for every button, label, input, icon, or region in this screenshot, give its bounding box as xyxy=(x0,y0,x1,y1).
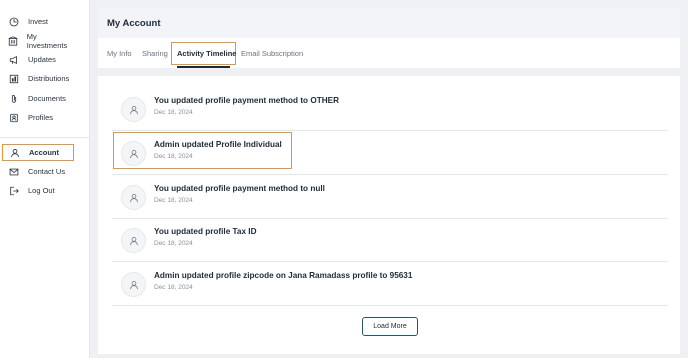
timeline-item: Admin updated profile zipcode on Jana Ra… xyxy=(112,262,668,306)
user-icon xyxy=(129,236,138,245)
sidebar-item-label: Contact Us xyxy=(28,167,66,176)
sidebar-item-label: My Investments xyxy=(26,31,68,50)
timeline-item-date: Dec 18, 2024 xyxy=(154,197,193,204)
sidebar-item-invest[interactable]: Invest xyxy=(2,13,74,30)
timeline-item: You updated profile Tax ID Dec 18, 2024 xyxy=(112,218,668,262)
sidebar-item-label: Log Out xyxy=(28,186,55,195)
sidebar-item-account[interactable]: Account xyxy=(2,144,74,161)
tab-activity-timeline[interactable]: Activity Timeline xyxy=(177,49,236,58)
timeline-item-title: You updated profile payment method to nu… xyxy=(154,184,325,193)
header-bar: My Account xyxy=(98,8,680,38)
sidebar-item-label: Distributions xyxy=(28,74,70,83)
timeline-item-date: Dec 18, 2024 xyxy=(154,109,193,116)
timeline-item-title: You updated profile Tax ID xyxy=(154,227,257,236)
user-icon xyxy=(129,280,138,289)
load-more-button[interactable]: Load More xyxy=(362,317,418,336)
sidebar-item-label: Account xyxy=(29,148,59,157)
paperclip-icon xyxy=(8,93,20,105)
sidebar-item-documents[interactable]: Documents xyxy=(2,90,74,107)
sidebar-item-my-investments[interactable]: My Investments xyxy=(2,31,74,50)
sidebar-divider xyxy=(0,137,90,138)
timeline-item: You updated profile payment method to nu… xyxy=(112,175,668,219)
tab-my-info[interactable]: My Info xyxy=(107,49,132,58)
sidebar-item-log-out[interactable]: Log Out xyxy=(2,182,74,199)
timeline-item-title: Admin updated profile zipcode on Jana Ra… xyxy=(154,271,413,280)
user-icon xyxy=(129,105,138,114)
active-tab-underline xyxy=(177,66,230,68)
timeline-item-title: You updated profile payment method to OT… xyxy=(154,96,339,105)
sidebar: Invest My Investments Updates Distributi… xyxy=(0,0,90,358)
user-icon xyxy=(9,147,21,159)
distributions-icon xyxy=(8,73,20,85)
user-icon xyxy=(129,193,138,202)
logout-icon xyxy=(8,185,20,197)
sidebar-item-updates[interactable]: Updates xyxy=(2,51,74,68)
page-title: My Account xyxy=(107,18,161,29)
megaphone-icon xyxy=(8,54,20,66)
sidebar-item-label: Invest xyxy=(28,17,49,26)
sidebar-item-distributions[interactable]: Distributions xyxy=(2,70,74,87)
sidebar-item-profiles[interactable]: Profiles xyxy=(2,109,74,126)
sidebar-item-contact-us[interactable]: Contact Us xyxy=(2,163,74,180)
invest-icon xyxy=(8,16,20,28)
timeline-item: You updated profile payment method to OT… xyxy=(112,87,668,131)
avatar xyxy=(121,185,146,210)
timeline-item-highlight-box xyxy=(113,132,292,169)
activity-timeline: You updated profile payment method to OT… xyxy=(98,76,680,354)
sidebar-item-label: Documents xyxy=(28,94,66,103)
avatar xyxy=(121,272,146,297)
profiles-icon xyxy=(8,112,20,124)
avatar xyxy=(121,228,146,253)
sidebar-item-label: Profiles xyxy=(28,113,54,122)
timeline-item-date: Dec 18, 2024 xyxy=(154,284,193,291)
sidebar-item-label: Updates xyxy=(28,55,56,64)
account-header: My Account My Info Sharing Activity Time… xyxy=(98,8,680,68)
avatar xyxy=(121,97,146,122)
mail-icon xyxy=(8,166,20,178)
timeline-item-date: Dec 18, 2024 xyxy=(154,240,193,247)
tab-sharing[interactable]: Sharing xyxy=(142,49,168,58)
building-icon xyxy=(8,35,19,47)
tab-email-subscription[interactable]: Email Subscription xyxy=(241,49,303,58)
